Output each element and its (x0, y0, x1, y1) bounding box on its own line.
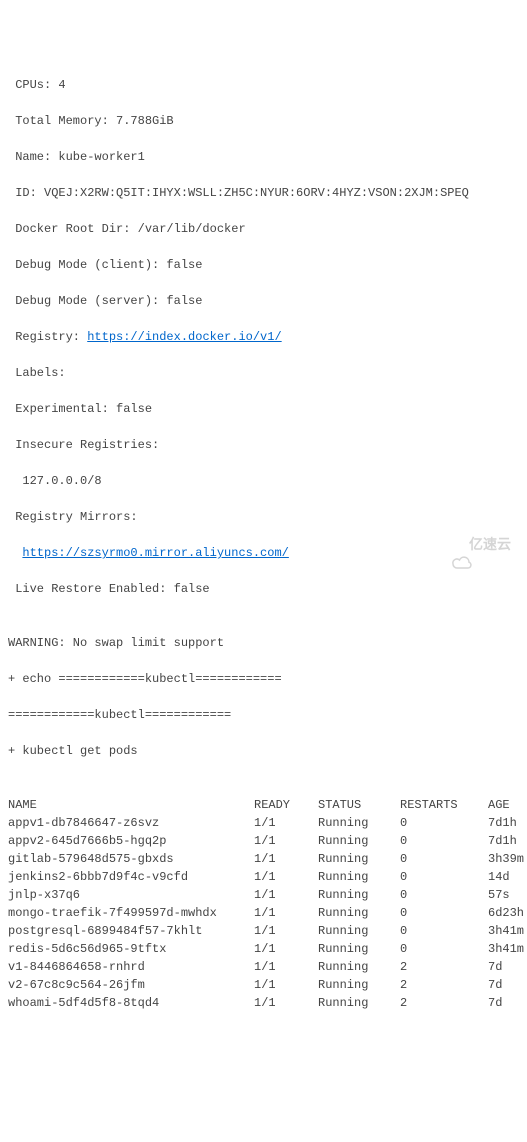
insecure-registries-value: 127.0.0.0/8 (8, 472, 519, 490)
separator-line: ============kubectl============ (8, 706, 519, 724)
registry-mirrors-line: Registry Mirrors: (8, 508, 519, 526)
cell-age: 3h39m (488, 850, 527, 868)
cell-age: 6d23h (488, 904, 527, 922)
cpus-line: CPUs: 4 (8, 76, 519, 94)
cell-ready: 1/1 (254, 904, 318, 922)
cell-name: v1-8446864658-rnhrd (8, 958, 254, 976)
experimental-line: Experimental: false (8, 400, 519, 418)
cell-ready: 1/1 (254, 958, 318, 976)
cell-status: Running (318, 940, 400, 958)
cell-status: Running (318, 868, 400, 886)
cell-age: 7d1h (488, 814, 527, 832)
warning-line: WARNING: No swap limit support (8, 634, 519, 652)
cell-name: gitlab-579648d575-gbxds (8, 850, 254, 868)
cell-ready: 1/1 (254, 814, 318, 832)
col-age: AGE (488, 796, 527, 814)
cell-ready: 1/1 (254, 922, 318, 940)
debug-server-line: Debug Mode (server): false (8, 292, 519, 310)
cell-name: appv1-db7846647-z6svz (8, 814, 254, 832)
live-restore-line: Live Restore Enabled: false (8, 580, 519, 598)
cell-ready: 1/1 (254, 832, 318, 850)
registry-link[interactable]: https://index.docker.io/v1/ (87, 330, 281, 344)
cell-status: Running (318, 832, 400, 850)
cell-status: Running (318, 904, 400, 922)
mirror-indent (8, 546, 22, 560)
cell-ready: 1/1 (254, 940, 318, 958)
cell-restarts: 0 (400, 886, 488, 904)
cell-restarts: 0 (400, 814, 488, 832)
cell-restarts: 2 (400, 994, 488, 1012)
hostname-line: Name: kube-worker1 (8, 148, 519, 166)
cell-status: Running (318, 922, 400, 940)
cell-restarts: 2 (400, 958, 488, 976)
table-row: appv1-db7846647-z6svz1/1Running07d1h (8, 814, 527, 832)
cell-name: jenkins2-6bbb7d9f4c-v9cfd (8, 868, 254, 886)
cell-age: 3h41m (488, 940, 527, 958)
cell-age: 14d (488, 868, 527, 886)
cell-ready: 1/1 (254, 886, 318, 904)
cell-age: 7d (488, 958, 527, 976)
table-row: postgresql-6899484f57-7khlt1/1Running03h… (8, 922, 527, 940)
table-row: appv2-645d7666b5-hgq2p1/1Running07d1h (8, 832, 527, 850)
cell-age: 7d (488, 994, 527, 1012)
col-status: STATUS (318, 796, 400, 814)
cell-restarts: 0 (400, 940, 488, 958)
cell-name: redis-5d6c56d965-9tftx (8, 940, 254, 958)
table-row: v1-8446864658-rnhrd1/1Running27d (8, 958, 527, 976)
col-name: NAME (8, 796, 254, 814)
cell-status: Running (318, 886, 400, 904)
cell-name: jnlp-x37q6 (8, 886, 254, 904)
col-restarts: RESTARTS (400, 796, 488, 814)
cell-status: Running (318, 994, 400, 1012)
cell-age: 7d (488, 976, 527, 994)
cell-status: Running (318, 814, 400, 832)
cell-name: appv2-645d7666b5-hgq2p (8, 832, 254, 850)
table-row: jenkins2-6bbb7d9f4c-v9cfd1/1Running014d (8, 868, 527, 886)
insecure-registries-line: Insecure Registries: (8, 436, 519, 454)
cell-name: v2-67c8c9c564-26jfm (8, 976, 254, 994)
cell-age: 3h41m (488, 922, 527, 940)
id-line: ID: VQEJ:X2RW:Q5IT:IHYX:WSLL:ZH5C:NYUR:6… (8, 184, 519, 202)
mirror-line: https://szsyrmo0.mirror.aliyuncs.com/ (8, 544, 519, 562)
table-row: jnlp-x37q61/1Running057s (8, 886, 527, 904)
table-row: redis-5d6c56d965-9tftx1/1Running03h41m (8, 940, 527, 958)
memory-line: Total Memory: 7.788GiB (8, 112, 519, 130)
cell-restarts: 0 (400, 868, 488, 886)
cell-status: Running (318, 958, 400, 976)
cell-restarts: 0 (400, 922, 488, 940)
table-row: gitlab-579648d575-gbxds1/1Running03h39m (8, 850, 527, 868)
cell-ready: 1/1 (254, 868, 318, 886)
docker-root-line: Docker Root Dir: /var/lib/docker (8, 220, 519, 238)
cell-ready: 1/1 (254, 994, 318, 1012)
cell-age: 7d1h (488, 832, 527, 850)
col-ready: READY (254, 796, 318, 814)
cell-name: whoami-5df4d5f8-8tqd4 (8, 994, 254, 1012)
cell-name: postgresql-6899484f57-7khlt (8, 922, 254, 940)
table-header: NAME READY STATUS RESTARTS AGE (8, 796, 527, 814)
kubectl-cmd-line: + kubectl get pods (8, 742, 519, 760)
debug-client-line: Debug Mode (client): false (8, 256, 519, 274)
table-row: whoami-5df4d5f8-8tqd41/1Running27d (8, 994, 527, 1012)
cell-status: Running (318, 850, 400, 868)
pods-table: NAME READY STATUS RESTARTS AGE appv1-db7… (8, 796, 527, 1012)
cell-restarts: 0 (400, 832, 488, 850)
table-row: mongo-traefik-7f499597d-mwhdx1/1Running0… (8, 904, 527, 922)
cell-ready: 1/1 (254, 976, 318, 994)
table-row: v2-67c8c9c564-26jfm1/1Running27d (8, 976, 527, 994)
echo-line: + echo ============kubectl============ (8, 670, 519, 688)
cell-name: mongo-traefik-7f499597d-mwhdx (8, 904, 254, 922)
cell-ready: 1/1 (254, 850, 318, 868)
cell-restarts: 0 (400, 850, 488, 868)
cell-status: Running (318, 976, 400, 994)
cell-restarts: 2 (400, 976, 488, 994)
cell-age: 57s (488, 886, 527, 904)
cell-restarts: 0 (400, 904, 488, 922)
mirror-link[interactable]: https://szsyrmo0.mirror.aliyuncs.com/ (22, 546, 288, 560)
registry-label: Registry: (8, 330, 87, 344)
labels-line: Labels: (8, 364, 519, 382)
registry-line: Registry: https://index.docker.io/v1/ (8, 328, 519, 346)
